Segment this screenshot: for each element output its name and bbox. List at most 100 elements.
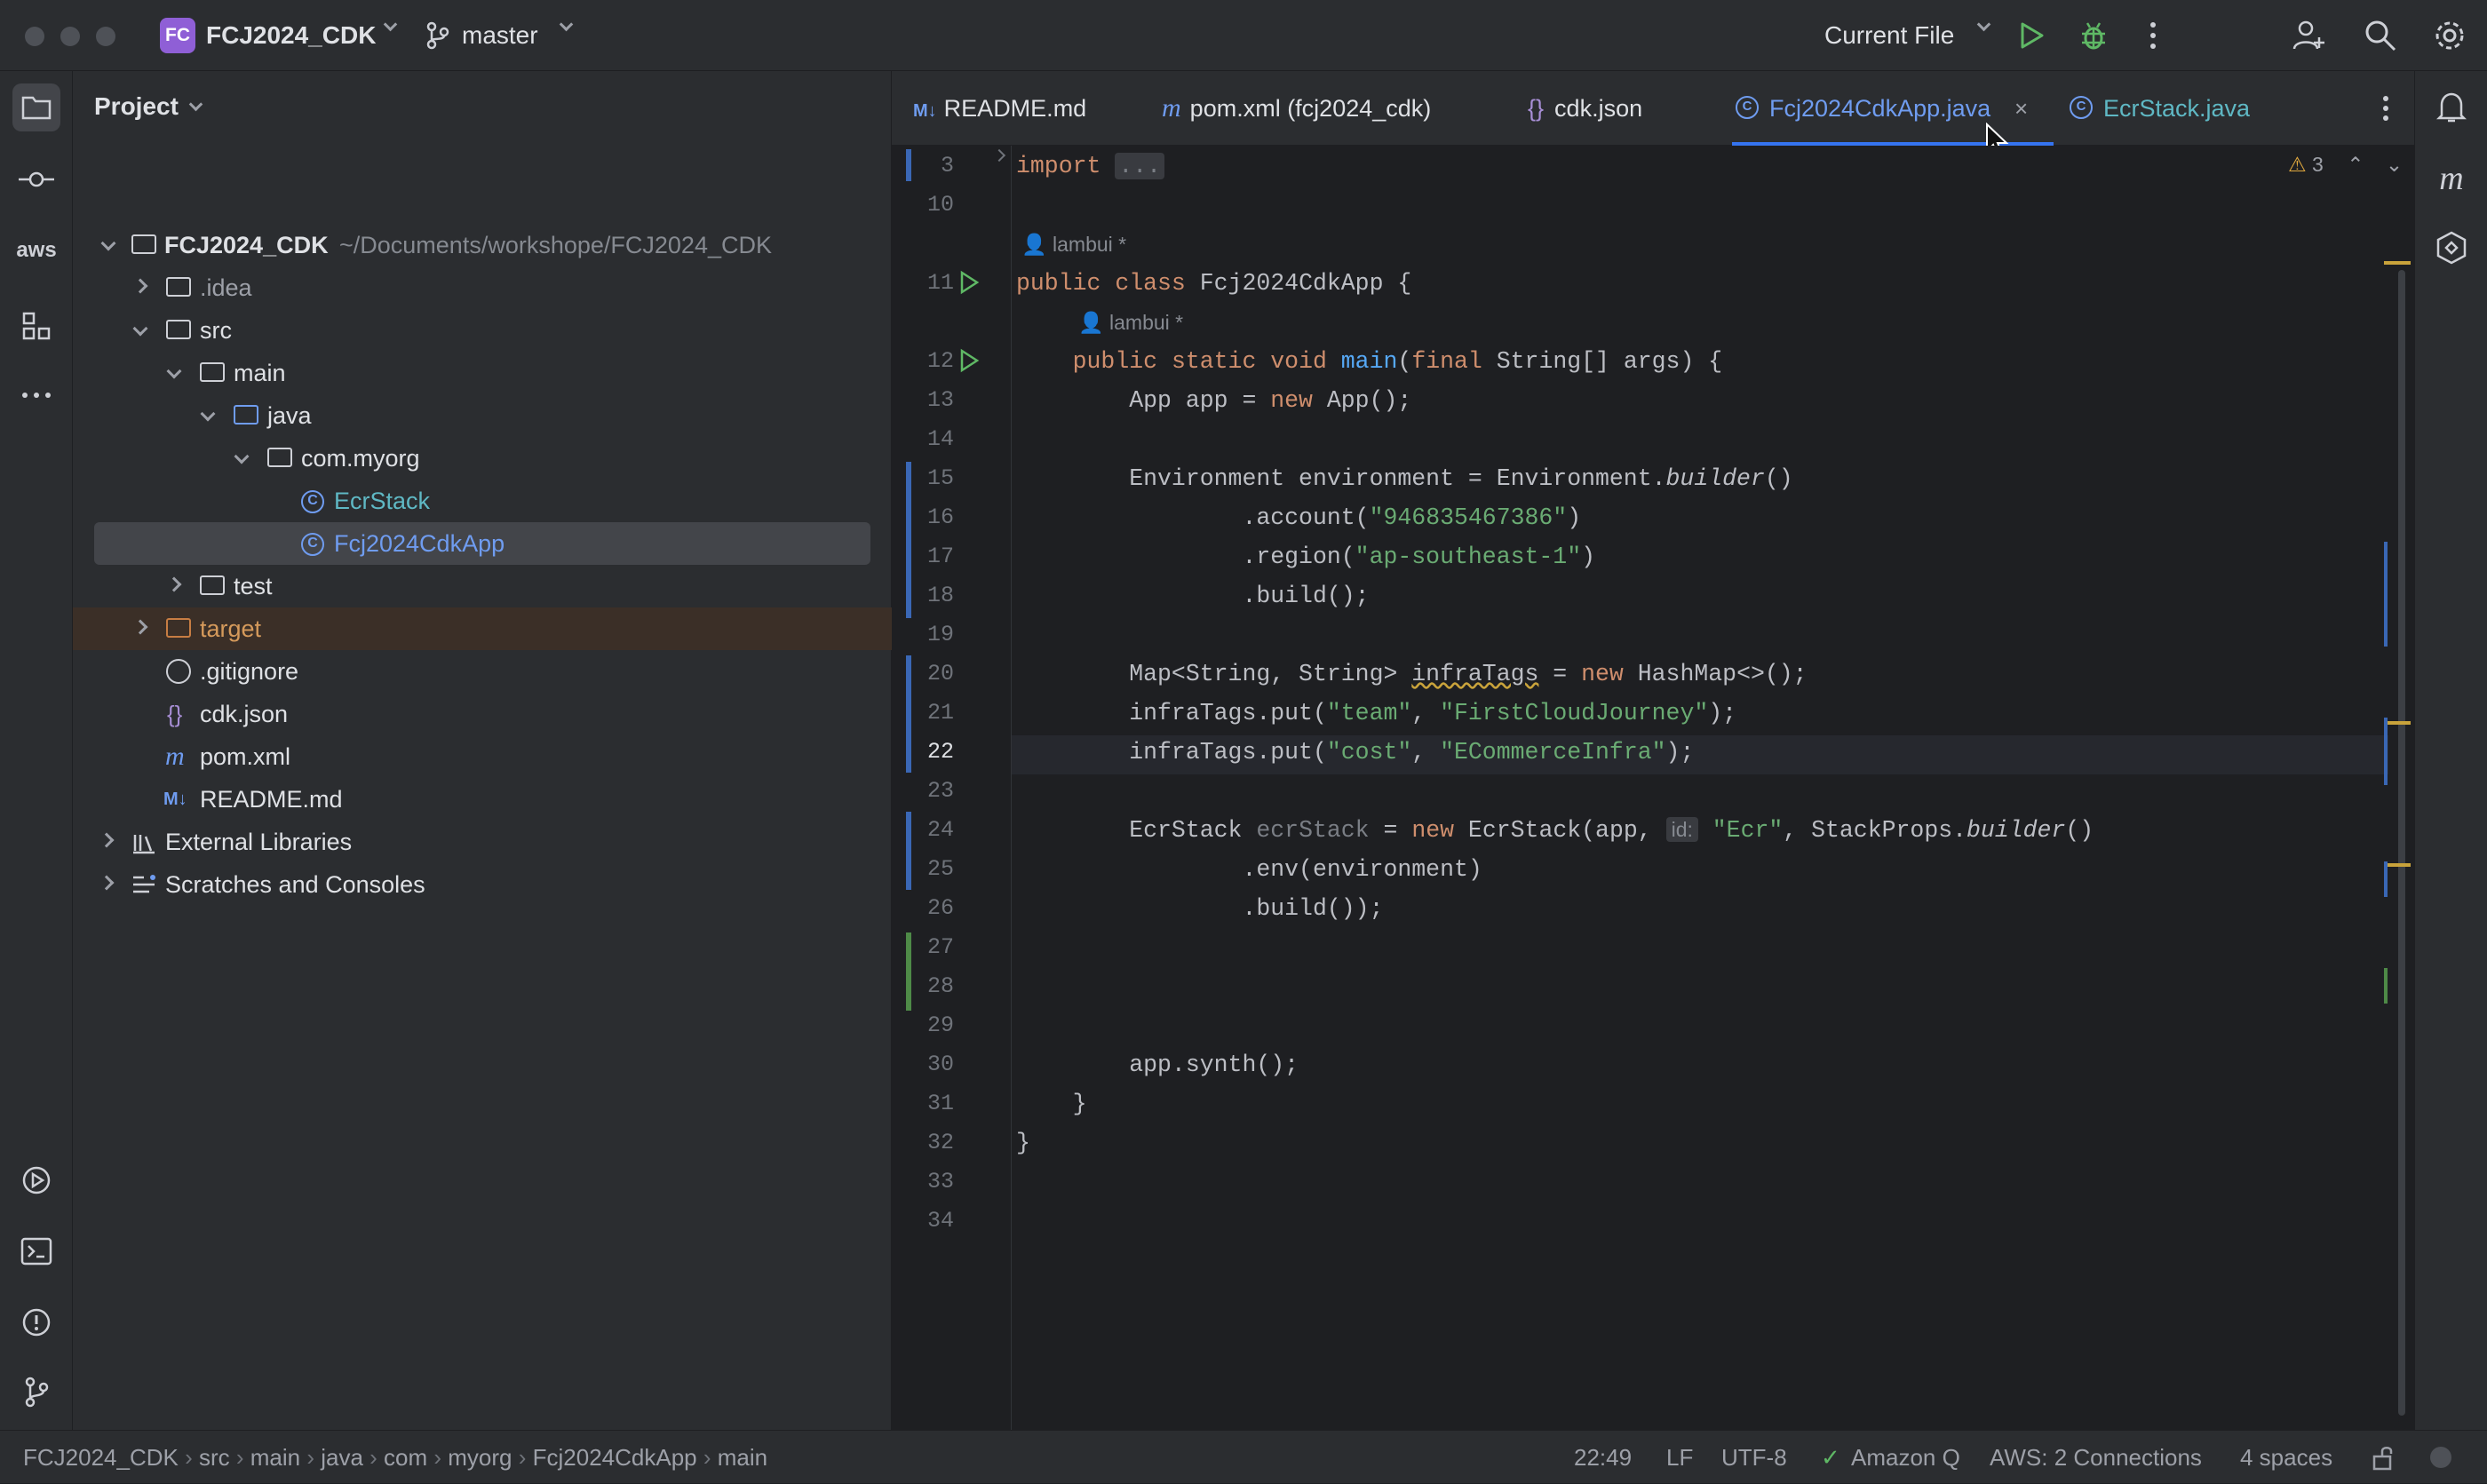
chevron-up-icon[interactable]: ⌃ bbox=[2347, 153, 2364, 176]
line-separator[interactable]: LF bbox=[1666, 1431, 1693, 1484]
breadcrumb-item[interactable]: java bbox=[321, 1444, 363, 1471]
run-class-icon[interactable] bbox=[957, 270, 981, 295]
tree-item-fcj2024cdkapp[interactable]: C Fcj2024CdkApp bbox=[94, 522, 870, 565]
chevron-right-icon bbox=[166, 576, 182, 592]
close-window-button[interactable] bbox=[25, 27, 44, 46]
status-bar: FCJ2024_CDK › src › main › java › com › … bbox=[0, 1430, 2487, 1483]
breadcrumb-item[interactable]: com bbox=[384, 1444, 427, 1471]
run-main-icon[interactable] bbox=[957, 348, 981, 373]
caret-position[interactable]: 22:49 bbox=[1574, 1431, 1632, 1484]
chevron-down-icon bbox=[549, 17, 574, 39]
breadcrumb-item[interactable]: main bbox=[250, 1444, 300, 1471]
lock-icon[interactable] bbox=[2372, 1445, 2396, 1472]
inspection-widget[interactable]: ⚠ 3 ⌃ ⌄ bbox=[2288, 153, 2403, 177]
user-icon: 👤 bbox=[1021, 233, 1047, 256]
tree-item-test[interactable]: test bbox=[73, 565, 892, 607]
tree-item-root[interactable]: FCJ2024_CDK ~/Documents/workshope/FCJ202… bbox=[73, 224, 892, 266]
vertical-scrollbar[interactable] bbox=[2398, 270, 2405, 1416]
status-indicator-icon[interactable] bbox=[2430, 1447, 2451, 1468]
tree-item-scratches[interactable]: Scratches and Consoles bbox=[73, 863, 892, 906]
tree-item-gitignore[interactable]: .gitignore bbox=[73, 650, 892, 693]
breadcrumb-separator: › bbox=[512, 1444, 533, 1471]
change-stripe bbox=[2384, 542, 2388, 647]
code-line-21: infraTags.put("team", "FirstCloudJourney… bbox=[1016, 700, 1737, 726]
chevron-down-icon bbox=[200, 406, 216, 422]
excluded-folder-icon bbox=[166, 618, 191, 638]
author-hint-text: lambui * bbox=[1053, 233, 1127, 256]
breadcrumb-item[interactable]: Fcj2024CdkApp bbox=[533, 1444, 697, 1471]
tree-item-main[interactable]: main bbox=[73, 352, 892, 394]
file-encoding[interactable]: UTF-8 bbox=[1721, 1431, 1787, 1484]
services-icon bbox=[22, 1166, 51, 1194]
debug-icon[interactable] bbox=[2077, 18, 2110, 53]
tab-cdk-json[interactable]: {} cdk.json bbox=[1528, 71, 1642, 146]
aws-tool-button[interactable]: aws bbox=[12, 226, 60, 274]
problems-icon bbox=[22, 1308, 51, 1337]
tree-item-readme[interactable]: M↓ README.md bbox=[73, 778, 892, 821]
tree-item-label: com.myorg bbox=[301, 445, 420, 472]
git-tool-button[interactable] bbox=[12, 1368, 60, 1416]
breadcrumb-separator: › bbox=[696, 1444, 718, 1471]
tree-item-idea[interactable]: .idea bbox=[73, 266, 892, 309]
chevron-right-icon bbox=[132, 278, 148, 294]
json-icon: {} bbox=[1528, 95, 1545, 122]
tree-item-label: README.md bbox=[200, 786, 343, 813]
breadcrumb-item[interactable]: myorg bbox=[448, 1444, 512, 1471]
project-tool-button[interactable] bbox=[12, 83, 60, 131]
tab-ecrstack-java[interactable]: C EcrStack.java bbox=[2070, 71, 2250, 146]
tree-item-ecrstack[interactable]: C EcrStack bbox=[73, 480, 892, 522]
tree-item-external-libraries[interactable]: External Libraries bbox=[73, 821, 892, 863]
breadcrumb: FCJ2024_CDK › src › main › java › com › … bbox=[23, 1431, 767, 1484]
added-stripe bbox=[2384, 968, 2388, 1004]
line-number: 16 bbox=[926, 504, 954, 530]
scratches-icon bbox=[133, 875, 155, 893]
aws-toolkit-button[interactable] bbox=[2427, 224, 2475, 272]
tree-item-label: Scratches and Consoles bbox=[165, 871, 425, 898]
search-icon[interactable] bbox=[2363, 18, 2398, 53]
problems-tool-button[interactable] bbox=[12, 1298, 60, 1346]
tree-item-package[interactable]: com.myorg bbox=[73, 437, 892, 480]
fold-expand-icon[interactable] bbox=[992, 148, 1006, 163]
more-tools-button[interactable] bbox=[12, 371, 60, 419]
close-tab-icon[interactable]: × bbox=[2014, 71, 2028, 146]
tree-item-src[interactable]: src bbox=[73, 309, 892, 352]
warning-icon: ⚠ bbox=[2288, 153, 2307, 176]
indent-setting[interactable]: 4 spaces bbox=[2240, 1431, 2332, 1484]
source-folder-icon bbox=[234, 405, 258, 425]
editor-tab-bar: M↓ README.md m pom.xml (fcj2024_cdk) {} cdk… bbox=[892, 71, 2414, 157]
run-config-selector[interactable]: Current File bbox=[1824, 17, 1993, 53]
chevron-down-icon[interactable]: ⌄ bbox=[2386, 153, 2403, 176]
project-panel-header[interactable]: Project bbox=[94, 89, 203, 124]
services-tool-button[interactable] bbox=[12, 1156, 60, 1204]
breadcrumb-item[interactable]: main bbox=[718, 1444, 767, 1471]
tree-item-cdk-json[interactable]: {} cdk.json bbox=[73, 693, 892, 735]
commit-tool-button[interactable] bbox=[12, 155, 60, 203]
structure-tool-button[interactable] bbox=[12, 302, 60, 350]
tree-item-target[interactable]: target bbox=[73, 607, 892, 650]
add-user-icon[interactable] bbox=[2292, 18, 2327, 53]
tab-pom-xml[interactable]: m pom.xml (fcj2024_cdk) bbox=[1162, 71, 1431, 146]
run-icon[interactable] bbox=[2014, 20, 2046, 52]
tab-readme[interactable]: M↓ README.md bbox=[913, 71, 1086, 146]
tree-item-java[interactable]: java bbox=[73, 394, 892, 437]
terminal-tool-button[interactable] bbox=[12, 1227, 60, 1275]
breadcrumb-item[interactable]: src bbox=[199, 1444, 230, 1471]
line-number: 22 bbox=[926, 739, 954, 765]
maven-tool-button[interactable]: m bbox=[2427, 155, 2475, 202]
tree-item-label: FCJ2024_CDK bbox=[164, 232, 329, 258]
line-number: 32 bbox=[926, 1130, 954, 1155]
amazon-q-status[interactable]: Amazon Q bbox=[1851, 1431, 1960, 1484]
code-editor[interactable]: 3 10 11 12 13 14 15 16 17 18 19 20 21 22 23 24 25 26 27 28 2… bbox=[892, 146, 2414, 1430]
tab-actions-icon[interactable] bbox=[2377, 94, 2395, 123]
line-number: 31 bbox=[926, 1091, 954, 1116]
maven-icon: m bbox=[2439, 160, 2464, 197]
notifications-button[interactable] bbox=[2427, 83, 2475, 131]
breadcrumb-item[interactable]: FCJ2024_CDK bbox=[23, 1444, 179, 1471]
minimize-window-button[interactable] bbox=[60, 27, 80, 46]
more-actions-icon[interactable] bbox=[2144, 20, 2162, 52]
zoom-window-button[interactable] bbox=[96, 27, 115, 46]
aws-connections-status[interactable]: AWS: 2 Connections bbox=[1990, 1431, 2202, 1484]
tree-item-pom-xml[interactable]: m pom.xml bbox=[73, 735, 892, 778]
terminal-icon bbox=[20, 1237, 52, 1266]
settings-gear-icon[interactable] bbox=[2432, 18, 2467, 53]
